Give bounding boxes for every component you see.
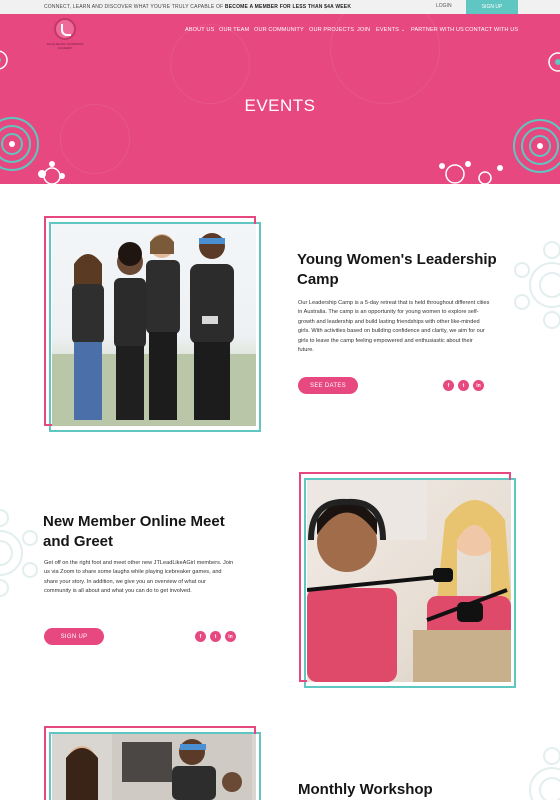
dot-art-edge-icon — [548, 52, 560, 72]
login-link[interactable]: LOGIN — [436, 3, 452, 9]
nav-item-our-projects[interactable]: OUR PROJECTS — [309, 27, 354, 33]
linkedin-icon[interactable]: in — [225, 631, 236, 642]
page-title: EVENTS — [244, 96, 316, 115]
facebook-icon[interactable]: f — [195, 631, 206, 642]
announcement-text: CONNECT, LEARN AND DISCOVER WHAT YOU'RE … — [44, 4, 351, 10]
event-title-line: New Member Online Meet — [43, 513, 225, 530]
group-of-girls-image — [52, 233, 256, 426]
page: CONNECT, LEARN AND DISCOVER WHAT YOU'RE … — [0, 0, 560, 800]
event-title-online-meet: New Member Online Meet and Greet — [43, 512, 263, 552]
dot-art-corner-icon — [0, 50, 8, 70]
event-title-line: and Greet — [43, 533, 114, 550]
leadership-camp-photo — [52, 224, 256, 426]
nav-item-partner-with-us[interactable]: PARTNER WITH US — [411, 27, 464, 33]
event-title-line: Young Women's Leadership — [297, 251, 497, 268]
flower-motif-icon — [529, 747, 560, 800]
chevron-down-icon: ⌄ — [400, 27, 406, 33]
nav-item-our-team[interactable]: OUR TEAM — [219, 27, 249, 33]
nav-item-events-label: EVENTS — [376, 27, 399, 33]
girls-with-microphones-image — [307, 480, 511, 682]
announcement-lead: CONNECT, LEARN AND DISCOVER WHAT YOU'RE … — [44, 4, 224, 10]
event-title-leadership-camp: Young Women's Leadership Camp — [297, 250, 527, 290]
nav-item-join[interactable]: JOIN — [357, 27, 370, 33]
twitter-icon[interactable]: t — [210, 631, 221, 642]
nav-item-events[interactable]: EVENTS ⌄ — [376, 27, 405, 33]
nav-item-contact-with-us[interactable]: CONTACT WITH US — [465, 27, 518, 33]
hero-banner: JACQUELINE THOMPSON ACADEMY ABOUT US OUR… — [0, 14, 560, 184]
facebook-icon[interactable]: f — [443, 380, 454, 391]
monthly-workshop-photo — [52, 734, 256, 800]
nav-item-our-community[interactable]: OUR COMMUNITY — [254, 27, 304, 33]
linkedin-icon[interactable]: in — [473, 380, 484, 391]
announcement-bar: CONNECT, LEARN AND DISCOVER WHAT YOU'RE … — [0, 0, 560, 14]
main-nav: ABOUT US OUR TEAM OUR COMMUNITY OUR PROJ… — [0, 27, 560, 37]
nav-item-about-us[interactable]: ABOUT US — [185, 27, 214, 33]
event-description-leadership-camp: Our Leadership Camp is a 5-day retreat t… — [298, 300, 490, 354]
top-signup-button[interactable]: SIGN UP — [466, 0, 518, 14]
online-meet-photo — [307, 480, 511, 682]
event-title-monthly-workshop: Monthly Workshop — [298, 781, 433, 798]
flower-motif-icon — [0, 509, 38, 597]
event-title-line: Camp — [297, 271, 339, 288]
announcement-offer[interactable]: BECOME A MEMBER FOR LESS THAN $4A WEEK — [225, 4, 351, 10]
event-description-online-meet: Get off on the right foot and meet other… — [44, 560, 234, 595]
sign-up-button[interactable]: SIGN UP — [44, 628, 104, 645]
logo-wordmark: JACQUELINE THOMPSON ACADEMY — [46, 42, 84, 50]
workshop-group-image — [66, 734, 252, 800]
twitter-icon[interactable]: t — [458, 380, 469, 391]
see-dates-button[interactable]: SEE DATES — [298, 377, 358, 394]
